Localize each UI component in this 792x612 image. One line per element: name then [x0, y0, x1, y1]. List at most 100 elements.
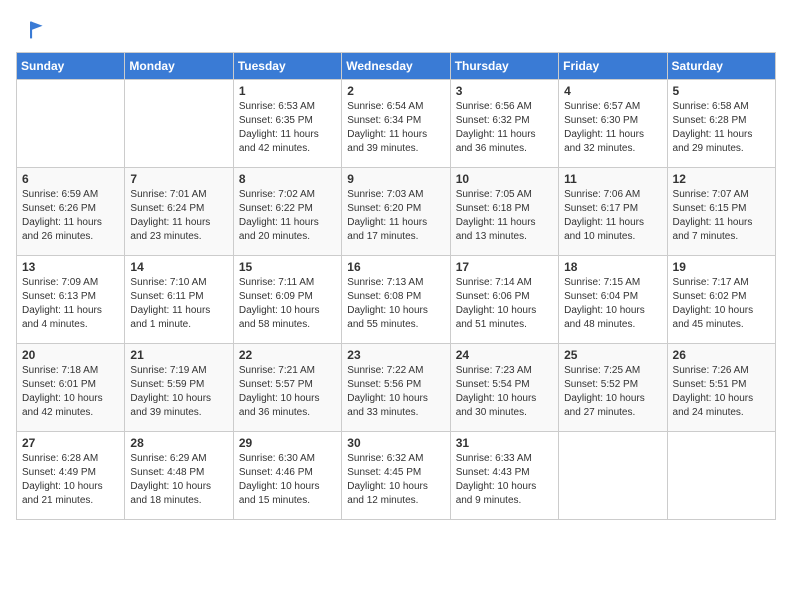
daylight-label: Daylight: 11 hours and 17 minutes.: [347, 217, 427, 242]
calendar-cell: [17, 80, 125, 168]
day-number: 24: [456, 348, 553, 362]
sunrise-label: Sunrise: 6:33 AM: [456, 453, 532, 464]
logo-icon: [16, 16, 44, 44]
day-number: 14: [130, 260, 227, 274]
day-number: 21: [130, 348, 227, 362]
sunrise-label: Sunrise: 7:14 AM: [456, 277, 532, 288]
calendar-cell: 21 Sunrise: 7:19 AM Sunset: 5:59 PM Dayligh…: [125, 344, 233, 432]
calendar-cell: 26Sunrise: 7:26 AMSunset: 5:51 PMDayligh…: [667, 344, 775, 432]
week-row-2: 6Sunrise: 6:59 AMSunset: 6:26 PMDaylight…: [17, 168, 776, 256]
sunrise-label: Sunrise: 6:32 AM: [347, 453, 423, 464]
sunset-label: Sunset: 4:48 PM: [130, 467, 204, 478]
day-header-saturday: Saturday: [667, 53, 775, 80]
daylight-label: Daylight: 11 hours and 10 minutes.: [564, 217, 644, 242]
calendar-cell: 14Sunrise: 7:10 AMSunset: 6:11 PMDayligh…: [125, 256, 233, 344]
day-number: 18: [564, 260, 661, 274]
daylight-label: Daylight: 10 hours and 58 minutes.: [239, 305, 320, 330]
day-header-friday: Friday: [559, 53, 667, 80]
daylight-label: Daylight: 10 hours and 30 minutes.: [456, 393, 537, 418]
calendar-cell: 8 Sunrise: 7:02 AMSunset: 6:22 PMDaylight…: [233, 168, 341, 256]
calendar-cell: 22Sunrise: 7:21 AMSunset: 5:57 PMDayligh…: [233, 344, 341, 432]
daylight-label: Daylight: 11 hours and 29 minutes.: [673, 129, 753, 154]
sunset-label: Sunset: 6:20 PM: [347, 203, 421, 214]
sunset-label: Sunset: 4:45 PM: [347, 467, 421, 478]
day-info: Sunrise: 7:03 AM Sunset: 6:20 PM Daylight:…: [347, 188, 444, 244]
sunrise-label: Sunrise: 6:59 AM: [22, 189, 98, 200]
day-number: 20: [22, 348, 119, 362]
day-info: Sunrise: 7:06 AMSunset: 6:17 PMDaylight:…: [564, 188, 661, 244]
sunset-label: Sunset: 6:17 PM: [564, 203, 638, 214]
daylight-label: Daylight: 11 hours and 4 minutes.: [22, 305, 102, 330]
calendar-cell: 1Sunrise: 6:53 AMSunset: 6:35 PMDaylight…: [233, 80, 341, 168]
calendar-cell: 27Sunrise: 6:28 AMSunset: 4:49 PMDayligh…: [17, 432, 125, 520]
sunset-label: Sunset: 6:01 PM: [22, 379, 96, 390]
calendar-table: SundayMondayTuesdayWednesdayThursdayFrid…: [16, 52, 776, 520]
day-info: Sunrise: 7:14 AMSunset: 6:06 PMDaylight:…: [456, 276, 553, 332]
sunset-label: Sunset: 6:34 PM: [347, 115, 421, 126]
day-info: Sunrise: 7:02 AMSunset: 6:22 PMDaylight:…: [239, 188, 336, 244]
day-number: 10: [456, 172, 553, 186]
day-number: 7: [130, 172, 227, 186]
calendar-cell: [125, 80, 233, 168]
sunrise-label: Sunrise: 6:57 AM: [564, 101, 640, 112]
day-info: Sunrise: 7:22 AMSunset: 5:56 PMDaylight:…: [347, 364, 444, 420]
day-number: 23: [347, 348, 444, 362]
day-info: Sunrise: 7:18 AMSunset: 6:01 PMDaylight:…: [22, 364, 119, 420]
sunrise-label: Sunrise: 6:58 AM: [673, 101, 749, 112]
calendar-cell: 18 Sunrise: 7:15 AMSunset: 6:04 PMDayligh…: [559, 256, 667, 344]
week-row-1: 1Sunrise: 6:53 AMSunset: 6:35 PMDaylight…: [17, 80, 776, 168]
daylight-label: Daylight: 11 hours and 20 minutes.: [239, 217, 319, 242]
daylight-label: Daylight: 10 hours and 9 minutes.: [456, 481, 537, 506]
daylight-label: Daylight: 11 hours and 1 minute.: [130, 305, 210, 330]
sunset-label: Sunset: 6:11 PM: [130, 291, 203, 302]
day-info: Sunrise: 6:58 AMSunset: 6:28 PMDaylight:…: [673, 100, 770, 156]
daylight-label: Daylight: 10 hours and 48 minutes.: [564, 305, 645, 330]
sunrise-label: Sunrise: 7:13 AM: [347, 277, 423, 288]
sunset-label: Sunset: 4:46 PM: [239, 467, 313, 478]
daylight-label: Daylight: 10 hours and 12 minutes.: [347, 481, 428, 506]
sunrise-label: Sunrise: 7:05 AM: [456, 189, 532, 200]
sunset-label: Sunset: 6:15 PM: [673, 203, 747, 214]
day-header-monday: Monday: [125, 53, 233, 80]
sunset-label: Sunset: 5:51 PM: [673, 379, 747, 390]
day-number: 28: [130, 436, 227, 450]
day-number: 11: [564, 172, 661, 186]
day-info: Sunrise: 7:15 AMSunset: 6:04 PMDaylight:…: [564, 276, 661, 332]
day-info: Sunrise: 6:57 AMSunset: 6:30 PMDaylight:…: [564, 100, 661, 156]
day-header-tuesday: Tuesday: [233, 53, 341, 80]
week-row-3: 13Sunrise: 7:09 AMSunset: 6:13 PMDayligh…: [17, 256, 776, 344]
daylight-label: Daylight: 10 hours and 18 minutes.: [130, 481, 211, 506]
daylight-label: Daylight: 11 hours and 13 minutes.: [456, 217, 536, 242]
sunrise-label: Sunrise: 7:19 AM: [130, 365, 206, 376]
day-number: 4: [564, 84, 661, 98]
day-header-wednesday: Wednesday: [342, 53, 450, 80]
daylight-label: Daylight: 11 hours and 32 minutes.: [564, 129, 644, 154]
daylight-label: Daylight: 10 hours and 27 minutes.: [564, 393, 645, 418]
sunset-label: Sunset: 5:57 PM: [239, 379, 313, 390]
sunset-label: Sunset: 5:59 PM: [130, 379, 204, 390]
daylight-label: Daylight: 11 hours and 23 minutes.: [130, 217, 210, 242]
day-info: Sunrise: 7:25 AMSunset: 5:52 PMDaylight:…: [564, 364, 661, 420]
calendar-cell: 31Sunrise: 6:33 AMSunset: 4:43 PMDayligh…: [450, 432, 558, 520]
day-info: Sunrise: 6:54 AMSunset: 6:34 PMDaylight:…: [347, 100, 444, 156]
sunrise-label: Sunrise: 6:28 AM: [22, 453, 98, 464]
day-info: Sunrise: 7:09 AMSunset: 6:13 PMDaylight:…: [22, 276, 119, 332]
calendar-cell: 13Sunrise: 7:09 AMSunset: 6:13 PMDayligh…: [17, 256, 125, 344]
day-number: 5: [673, 84, 770, 98]
day-number: 15: [239, 260, 336, 274]
day-number: 3: [456, 84, 553, 98]
day-number: 22: [239, 348, 336, 362]
daylight-label: Daylight: 10 hours and 39 minutes.: [130, 393, 211, 418]
sunrise-label: Sunrise: 7:18 AM: [22, 365, 98, 376]
calendar-cell: 28Sunrise: 6:29 AMSunset: 4:48 PMDayligh…: [125, 432, 233, 520]
calendar-cell: 16Sunrise: 7:13 AMSunset: 6:08 PMDayligh…: [342, 256, 450, 344]
daylight-label: Daylight: 11 hours and 26 minutes.: [22, 217, 102, 242]
calendar-cell: 11 Sunrise: 7:06 AMSunset: 6:17 PMDayligh…: [559, 168, 667, 256]
sunrise-label: Sunrise: 7:03 AM: [347, 189, 423, 200]
daylight-label: Daylight: 11 hours and 42 minutes.: [239, 129, 319, 154]
sunrise-label: Sunrise: 7:07 AM: [673, 189, 749, 200]
day-number: 30: [347, 436, 444, 450]
sunset-label: Sunset: 6:09 PM: [239, 291, 313, 302]
day-number: 8: [239, 172, 336, 186]
sunset-label: Sunset: 6:02 PM: [673, 291, 747, 302]
